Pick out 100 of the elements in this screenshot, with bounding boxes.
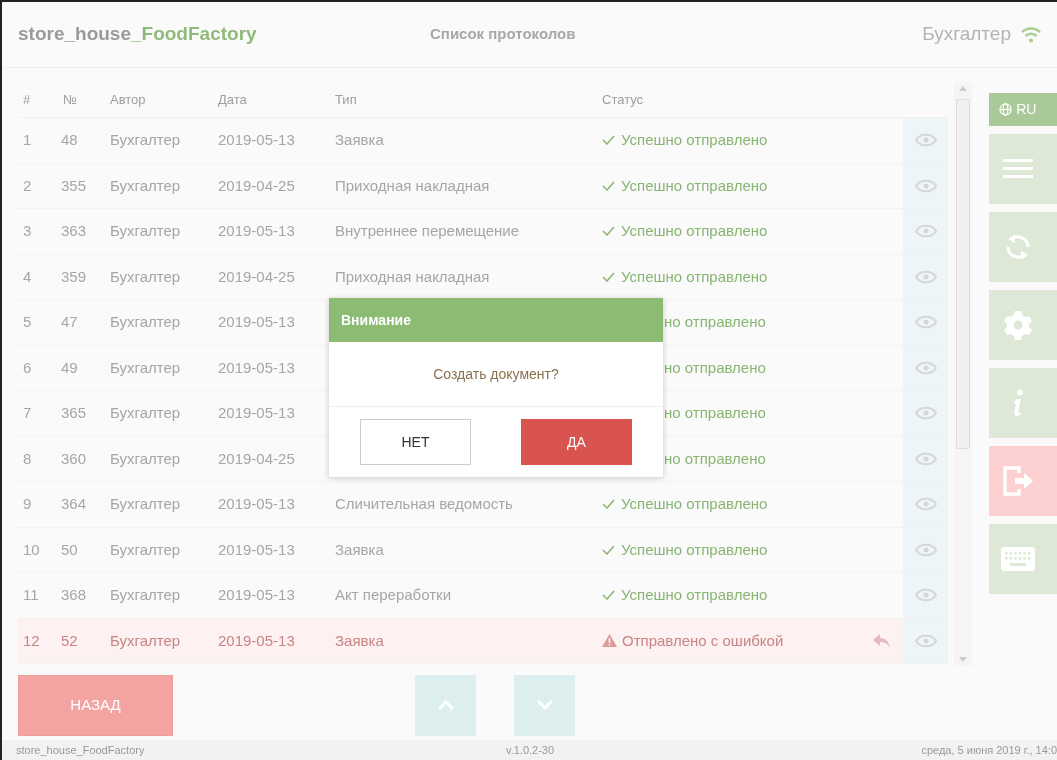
table-cell-text: 2019-05-13: [217, 221, 295, 241]
exit-icon: [1000, 464, 1035, 498]
table-cell-text: 1: [22, 130, 32, 150]
table-row[interactable]: 1 48 Бухгалтер 2019-05-13 Заявка Успешно отправлено: [18, 118, 948, 164]
eye-icon: [914, 406, 937, 421]
table-cell-text: 2019-05-13: [217, 312, 295, 332]
scroll-up-arrow-icon[interactable]: [958, 86, 967, 91]
scroll-up-button[interactable]: [415, 674, 476, 736]
table-cell-text: Сличительная ведомость: [334, 494, 513, 514]
table-cell-text: 368: [60, 585, 87, 605]
table-cell-text: Приходная накладная: [334, 266, 490, 287]
check-icon: [602, 135, 615, 146]
confirm-button[interactable]: ДА: [521, 419, 632, 465]
table-row[interactable]: 10 50 Бухгалтер 2019-05-13 Заявка Успешно отправлено: [18, 527, 948, 573]
table-cell-text: 52: [60, 630, 78, 651]
view-button[interactable]: [903, 300, 948, 345]
info-button[interactable]: [988, 368, 1057, 438]
view-button[interactable]: [903, 118, 948, 163]
view-button[interactable]: [903, 436, 948, 481]
view-button[interactable]: [903, 573, 948, 618]
table-cell-text: Бухгалтер: [109, 266, 181, 287]
view-button[interactable]: [903, 527, 948, 572]
table-row[interactable]: 3 363 Бухгалтер 2019-05-13 Внутреннее перемещение Успешно отправлено: [18, 209, 948, 255]
table-cell-text: Заявка: [334, 130, 384, 150]
keyboard-button[interactable]: [988, 524, 1057, 594]
view-button[interactable]: [903, 345, 948, 390]
table-cell-text: 365: [60, 403, 87, 423]
table-cell-text: Бухгалтер: [109, 585, 181, 605]
table-cell-text: 47: [60, 312, 78, 332]
reply-icon[interactable]: [872, 633, 891, 648]
table-cell-text: 3: [22, 221, 32, 241]
check-icon: [602, 544, 615, 555]
settings-button[interactable]: [988, 290, 1057, 360]
table-cell-text: 364: [60, 494, 87, 514]
menu-button[interactable]: [988, 134, 1057, 204]
view-button[interactable]: [903, 209, 948, 254]
table-cell-text: 4: [22, 266, 32, 287]
table-cell-text: 6: [22, 357, 32, 378]
column-header: #: [22, 90, 31, 109]
table-cell-text: 2019-04-25: [217, 448, 295, 469]
status-text: Успешно отправлено: [621, 494, 768, 514]
chevron-down-icon: [536, 700, 553, 710]
table-row[interactable]: 2 355 Бухгалтер 2019-04-25 Приходная накладная Успешно отправлено: [18, 163, 948, 209]
check-icon: [602, 180, 615, 191]
table-cell-text: 2019-04-25: [217, 175, 295, 196]
eye-icon: [914, 360, 937, 375]
table-cell-text: 12: [22, 630, 40, 651]
eye-icon: [914, 133, 937, 148]
table-cell-text: 9: [22, 494, 32, 514]
check-icon: [602, 590, 615, 601]
table-cell-text: Бухгалтер: [109, 357, 181, 378]
table-row[interactable]: 4 359 Бухгалтер 2019-04-25 Приходная накладная Успешно отправлено: [18, 254, 948, 300]
globe-icon: [999, 103, 1013, 116]
table-row[interactable]: 11 368 Бухгалтер 2019-05-13 Акт переработки Успешно отправлено: [18, 573, 948, 619]
scroll-down-arrow-icon[interactable]: [958, 657, 967, 662]
language-button[interactable]: RU: [988, 93, 1057, 126]
eye-icon: [914, 178, 937, 193]
sync-button[interactable]: [988, 212, 1057, 282]
check-icon: [602, 499, 615, 510]
table-cell-text: 7: [22, 403, 32, 423]
table-cell-text: Бухгалтер: [109, 539, 181, 560]
status-text: Успешно отправлено: [621, 585, 768, 605]
column-header: Автор: [109, 90, 146, 109]
column-header: Статус: [601, 90, 644, 109]
back-button[interactable]: НАЗАД: [18, 674, 173, 736]
eye-icon: [914, 633, 937, 648]
eye-icon: [914, 497, 937, 512]
view-button[interactable]: [903, 254, 948, 299]
table-cell-text: 2019-05-13: [217, 403, 295, 423]
cancel-button[interactable]: НЕТ: [360, 419, 471, 465]
check-icon: [602, 226, 615, 237]
scrollbar[interactable]: [954, 82, 972, 666]
date-time: среда, 5 июня 2019 г., 14:0: [921, 742, 1057, 758]
table-cell-text: 363: [60, 221, 87, 241]
table-cell-text: 2019-05-13: [217, 494, 295, 514]
chevron-up-icon: [437, 700, 454, 710]
scroll-down-button[interactable]: [514, 674, 575, 736]
column-header: №: [62, 90, 77, 109]
table-row[interactable]: 12 52 Бухгалтер 2019-05-13 Заявка Отправлено с ошибкой: [18, 618, 948, 664]
keyboard-icon: [1000, 547, 1035, 571]
table-row[interactable]: 9 364 Бухгалтер 2019-05-13 Сличительная ведомость Успешно отправлено: [18, 482, 948, 528]
exit-button[interactable]: [988, 446, 1057, 516]
view-button[interactable]: [903, 482, 948, 527]
view-button[interactable]: [903, 618, 948, 663]
dialog-title: Внимание: [341, 310, 411, 330]
footer-app-name: store_house_FoodFactory: [16, 742, 146, 758]
gear-icon: [1002, 310, 1033, 340]
table-cell-text: Бухгалтер: [109, 312, 181, 332]
view-button[interactable]: [903, 163, 948, 208]
view-button[interactable]: [903, 391, 948, 436]
page-title: Список протоколов: [430, 24, 576, 45]
eye-icon: [914, 588, 937, 603]
status-text: Успешно отправлено: [621, 130, 768, 150]
table-cell-text: 8: [22, 448, 32, 469]
table-cell-text: 2019-05-13: [217, 539, 295, 560]
status-text: Успешно отправлено: [621, 175, 768, 196]
eye-icon: [914, 542, 937, 557]
table-cell-text: 50: [60, 539, 78, 560]
table-cell-text: Акт переработки: [334, 585, 452, 605]
eye-icon: [914, 451, 937, 466]
